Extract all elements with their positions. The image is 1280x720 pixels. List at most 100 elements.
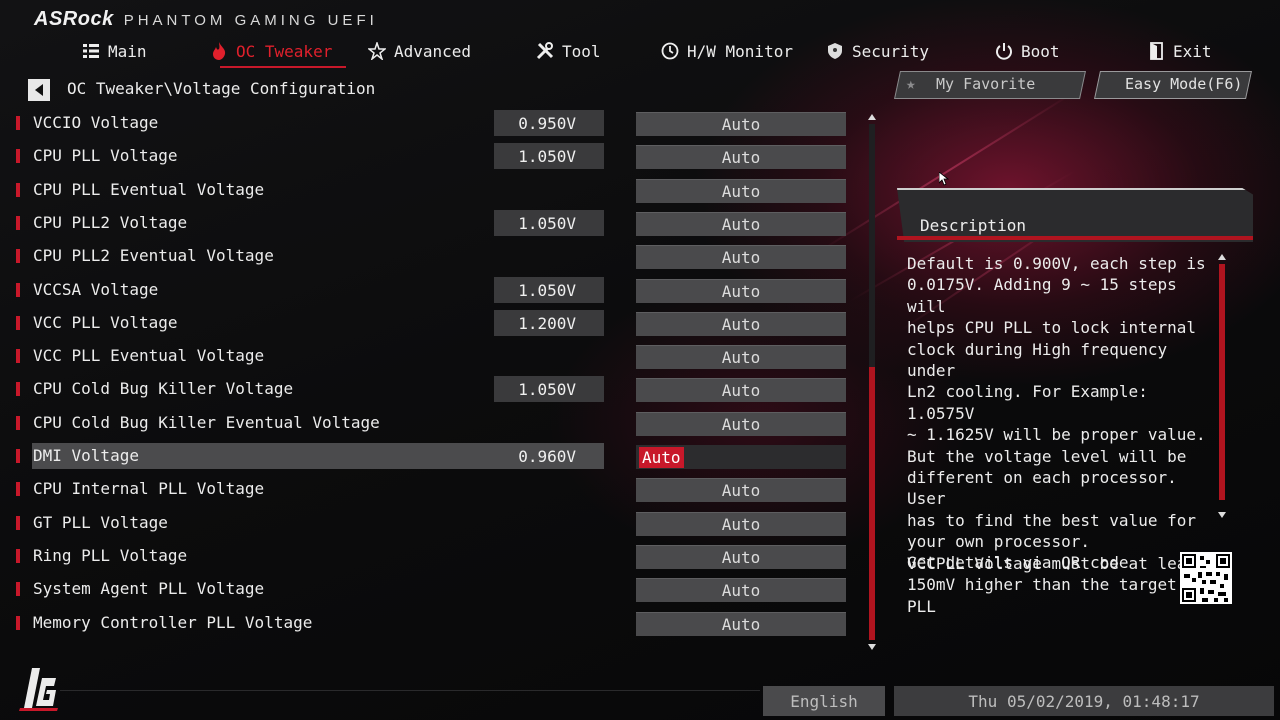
flame-icon <box>210 42 228 60</box>
language-selector[interactable]: English <box>763 686 885 716</box>
setting-row[interactable]: VCC PLL Eventual Voltage Auto <box>12 343 852 369</box>
qr-code-icon[interactable] <box>1180 552 1232 604</box>
setting-row[interactable]: CPU PLL2 Eventual Voltage Auto <box>12 243 852 269</box>
back-button[interactable] <box>28 79 50 101</box>
setting-label: DMI Voltage <box>33 446 139 465</box>
setting-label: VCC PLL Eventual Voltage <box>33 346 265 365</box>
setting-option-value: Auto <box>721 580 761 600</box>
setting-option-value: Auto <box>721 314 761 334</box>
favorite-star-icon: ★ <box>906 74 916 93</box>
setting-row[interactable]: Ring PLL Voltage Auto <box>12 543 852 569</box>
setting-option-select[interactable]: Auto <box>636 478 846 502</box>
setting-option-value: Auto <box>721 147 761 167</box>
tab-exit[interactable]: Exit <box>1147 38 1212 64</box>
setting-option-select[interactable]: Auto <box>636 612 846 636</box>
tab-hw-monitor[interactable]: H/W Monitor <box>661 38 793 64</box>
setting-row[interactable]: GT PLL Voltage Auto <box>12 510 852 536</box>
setting-label: CPU PLL Voltage <box>33 146 178 165</box>
description-scrollbar[interactable] <box>1216 252 1228 520</box>
top-nav: Main OC Tweaker Advanced Tool H/W Monito… <box>0 36 1280 68</box>
setting-option-select[interactable]: Auto <box>636 545 846 569</box>
setting-option-value: Auto <box>721 414 761 434</box>
setting-option-select[interactable]: Auto <box>636 312 846 336</box>
my-favorite-label[interactable]: My Favorite <box>936 75 1035 93</box>
setting-option-select[interactable]: Auto <box>636 145 846 169</box>
setting-option-value: Auto <box>721 380 761 400</box>
setting-row[interactable]: CPU Cold Bug Killer Eventual Voltage Auto <box>12 410 852 436</box>
setting-row[interactable]: CPU PLL Voltage 1.050V Auto <box>12 143 852 169</box>
desc-scroll-down-arrow-icon[interactable] <box>1218 512 1226 518</box>
desc-scrollbar-thumb[interactable] <box>1219 264 1225 500</box>
setting-row[interactable]: CPU PLL2 Voltage 1.050V Auto <box>12 210 852 236</box>
tab-main[interactable]: Main <box>82 38 147 64</box>
row-marker <box>16 549 20 563</box>
setting-option-select[interactable]: Auto <box>636 245 846 269</box>
current-voltage-value: 1.050V <box>494 210 604 236</box>
row-marker <box>16 416 20 430</box>
exit-icon <box>1147 42 1165 60</box>
setting-option-select[interactable]: Auto <box>636 412 846 436</box>
breadcrumb: OC Tweaker\Voltage Configuration <box>67 79 376 98</box>
setting-row[interactable]: CPU PLL Eventual Voltage Auto <box>12 177 852 203</box>
setting-row[interactable]: VCCSA Voltage 1.050V Auto <box>12 277 852 303</box>
tab-oc-tweaker-label: OC Tweaker <box>236 41 333 61</box>
desc-scroll-up-arrow-icon[interactable] <box>1218 254 1226 260</box>
setting-option-value: Auto <box>721 281 761 301</box>
row-marker <box>16 449 20 463</box>
current-voltage-value: 0.960V <box>518 446 576 466</box>
setting-row[interactable]: Memory Controller PLL Voltage Auto <box>12 610 852 636</box>
setting-row[interactable]: VCC PLL Voltage 1.200V Auto <box>12 310 852 336</box>
scrollbar-thumb[interactable] <box>869 367 875 640</box>
settings-scrollbar[interactable] <box>866 112 878 652</box>
setting-label: CPU Cold Bug Killer Voltage <box>33 379 294 398</box>
setting-option-select[interactable]: Auto <box>636 445 846 469</box>
row-marker <box>16 616 20 630</box>
setting-option-value: Auto <box>721 614 761 634</box>
setting-label: Ring PLL Voltage <box>33 546 188 565</box>
setting-option-value: Auto <box>639 446 684 468</box>
current-voltage-value: 1.200V <box>494 310 604 336</box>
qr-code-text: Get details via QR code <box>907 553 1129 572</box>
setting-option-value: Auto <box>721 480 761 500</box>
tab-main-label: Main <box>108 41 147 61</box>
row-marker <box>16 582 20 596</box>
row-marker <box>16 216 20 230</box>
tab-oc-tweaker[interactable]: OC Tweaker <box>210 38 347 68</box>
setting-option-select[interactable]: Auto <box>636 345 846 369</box>
scroll-up-arrow-icon[interactable] <box>868 114 876 120</box>
tab-exit-label: Exit <box>1173 41 1212 61</box>
setting-row[interactable]: System Agent PLL Voltage Auto <box>12 576 852 602</box>
brand-name: ASRock <box>34 8 114 30</box>
setting-label: VCCSA Voltage <box>33 280 159 299</box>
setting-label: System Agent PLL Voltage <box>33 579 265 598</box>
tab-tool[interactable]: Tool <box>536 38 601 64</box>
row-marker <box>16 316 20 330</box>
setting-option-select[interactable]: Auto <box>636 279 846 303</box>
current-voltage-value: 1.050V <box>494 376 604 402</box>
setting-row[interactable]: CPU Cold Bug Killer Voltage 1.050V Auto <box>12 376 852 402</box>
setting-label: GT PLL Voltage <box>33 513 168 532</box>
setting-option-select[interactable]: Auto <box>636 378 846 402</box>
setting-row[interactable]: CPU Internal PLL Voltage Auto <box>12 476 852 502</box>
tab-tool-label: Tool <box>562 41 601 61</box>
setting-option-select[interactable]: Auto <box>636 578 846 602</box>
setting-option-value: Auto <box>721 214 761 234</box>
datetime-display: Thu 05/02/2019, 01:48:17 <box>894 686 1274 716</box>
list-icon <box>82 42 100 60</box>
footer-divider <box>60 690 760 691</box>
monitor-icon <box>661 42 679 60</box>
tab-security[interactable]: Security <box>826 38 929 64</box>
tab-boot[interactable]: Boot <box>995 38 1060 64</box>
row-marker <box>16 149 20 163</box>
scroll-down-arrow-icon[interactable] <box>868 644 876 650</box>
row-marker <box>16 482 20 496</box>
setting-row[interactable]: DMI Voltage 0.960V Auto <box>12 443 852 469</box>
setting-option-select[interactable]: Auto <box>636 112 846 136</box>
setting-option-select[interactable]: Auto <box>636 179 846 203</box>
easy-mode-label[interactable]: Easy Mode(F6) <box>1125 75 1242 93</box>
tab-advanced[interactable]: Advanced <box>368 38 471 64</box>
setting-row[interactable]: VCCIO Voltage 0.950V Auto <box>12 110 852 136</box>
shield-icon <box>826 42 844 60</box>
setting-option-select[interactable]: Auto <box>636 512 846 536</box>
setting-option-select[interactable]: Auto <box>636 212 846 236</box>
